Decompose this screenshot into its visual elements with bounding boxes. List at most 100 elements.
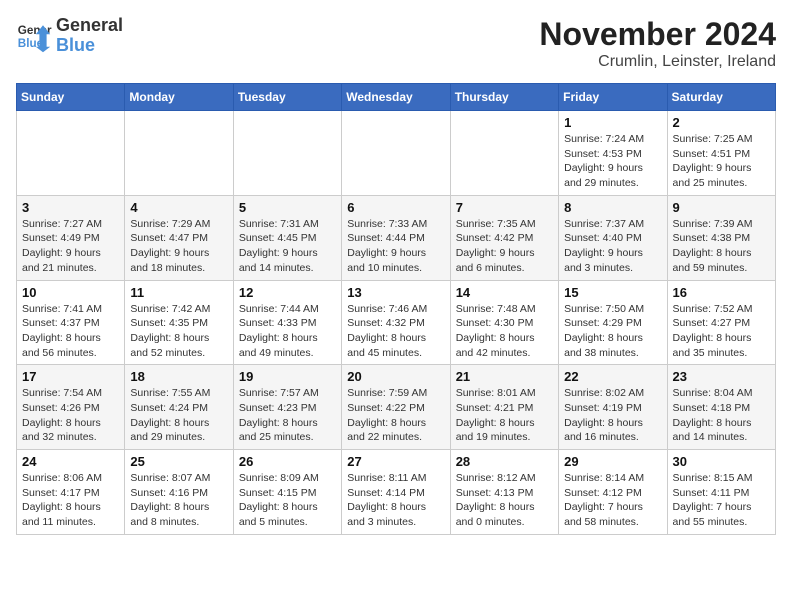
calendar-cell: 7 Sunrise: 7:35 AMSunset: 4:42 PMDaylight… [450, 195, 558, 280]
calendar-cell: 4 Sunrise: 7:29 AMSunset: 4:47 PMDaylight… [125, 195, 233, 280]
day-info: Sunrise: 8:09 AMSunset: 4:15 PMDaylight:… [239, 471, 336, 530]
day-number: 27 [347, 454, 444, 469]
calendar-week-2: 3Sunrise: 7:27 AMSunset: 4:49 PMDaylight… [17, 195, 776, 280]
calendar-cell: 3Sunrise: 7:27 AMSunset: 4:49 PMDaylight… [17, 195, 125, 280]
day-info: Sunrise: 8:04 AMSunset: 4:18 PMDaylight:… [673, 386, 770, 445]
day-number: 12 [239, 285, 336, 300]
day-info: Sunrise: 8:06 AMSunset: 4:17 PMDaylight:… [22, 471, 119, 530]
calendar-cell: 24 Sunrise: 8:06 AMSunset: 4:17 PMDayligh… [17, 450, 125, 535]
calendar-cell: 11Sunrise: 7:42 AMSunset: 4:35 PMDayligh… [125, 280, 233, 365]
day-number: 16 [673, 285, 770, 300]
calendar-cell: 13Sunrise: 7:46 AMSunset: 4:32 PMDayligh… [342, 280, 450, 365]
day-number: 5 [239, 200, 336, 215]
day-info: Sunrise: 7:57 AMSunset: 4:23 PMDaylight:… [239, 386, 336, 445]
calendar-cell: 21 Sunrise: 8:01 AMSunset: 4:21 PMDayligh… [450, 365, 558, 450]
day-header-wednesday: Wednesday [342, 84, 450, 111]
day-number: 17 [22, 369, 119, 384]
page-title: November 2024 [539, 16, 776, 53]
calendar-cell: 20 Sunrise: 7:59 AMSunset: 4:22 PMDayligh… [342, 365, 450, 450]
calendar-week-4: 17 Sunrise: 7:54 AMSunset: 4:26 PMDayligh… [17, 365, 776, 450]
calendar-cell: 29Sunrise: 8:14 AMSunset: 4:12 PMDayligh… [559, 450, 667, 535]
calendar-cell: 12 Sunrise: 7:44 AMSunset: 4:33 PMDayligh… [233, 280, 341, 365]
calendar-cell: 16 Sunrise: 7:52 AMSunset: 4:27 PMDayligh… [667, 280, 775, 365]
calendar-cell: 10Sunrise: 7:41 AMSunset: 4:37 PMDayligh… [17, 280, 125, 365]
calendar-cell: 28 Sunrise: 8:12 AMSunset: 4:13 PMDayligh… [450, 450, 558, 535]
day-number: 26 [239, 454, 336, 469]
day-info: Sunrise: 7:33 AMSunset: 4:44 PMDaylight:… [347, 217, 444, 276]
calendar-cell: 14 Sunrise: 7:48 AMSunset: 4:30 PMDayligh… [450, 280, 558, 365]
calendar-cell [342, 111, 450, 196]
day-info: Sunrise: 7:37 AMSunset: 4:40 PMDaylight:… [564, 217, 661, 276]
calendar-cell: 19 Sunrise: 7:57 AMSunset: 4:23 PMDayligh… [233, 365, 341, 450]
day-number: 30 [673, 454, 770, 469]
day-info: Sunrise: 7:55 AMSunset: 4:24 PMDaylight:… [130, 386, 227, 445]
day-info: Sunrise: 7:50 AMSunset: 4:29 PMDaylight:… [564, 302, 661, 361]
day-info: Sunrise: 7:46 AMSunset: 4:32 PMDaylight:… [347, 302, 444, 361]
day-header-sunday: Sunday [17, 84, 125, 111]
day-info: Sunrise: 7:35 AMSunset: 4:42 PMDaylight:… [456, 217, 553, 276]
calendar-cell: 8Sunrise: 7:37 AMSunset: 4:40 PMDaylight… [559, 195, 667, 280]
day-number: 14 [456, 285, 553, 300]
calendar-cell: 5Sunrise: 7:31 AMSunset: 4:45 PMDaylight… [233, 195, 341, 280]
day-info: Sunrise: 8:02 AMSunset: 4:19 PMDaylight:… [564, 386, 661, 445]
day-number: 20 [347, 369, 444, 384]
day-number: 3 [22, 200, 119, 215]
day-header-saturday: Saturday [667, 84, 775, 111]
day-info: Sunrise: 7:24 AMSunset: 4:53 PMDaylight:… [564, 132, 661, 191]
day-number: 24 [22, 454, 119, 469]
calendar-table: SundayMondayTuesdayWednesdayThursdayFrid… [16, 83, 776, 535]
calendar-cell [450, 111, 558, 196]
day-info: Sunrise: 7:52 AMSunset: 4:27 PMDaylight:… [673, 302, 770, 361]
calendar-cell: 26 Sunrise: 8:09 AMSunset: 4:15 PMDayligh… [233, 450, 341, 535]
calendar-cell: 27 Sunrise: 8:11 AMSunset: 4:14 PMDayligh… [342, 450, 450, 535]
calendar-cell: 9 Sunrise: 7:39 AMSunset: 4:38 PMDaylight… [667, 195, 775, 280]
day-number: 18 [130, 369, 227, 384]
day-info: Sunrise: 8:14 AMSunset: 4:12 PMDaylight:… [564, 471, 661, 530]
day-info: Sunrise: 7:39 AMSunset: 4:38 PMDaylight:… [673, 217, 770, 276]
day-number: 21 [456, 369, 553, 384]
day-number: 2 [673, 115, 770, 130]
day-number: 22 [564, 369, 661, 384]
day-info: Sunrise: 7:25 AMSunset: 4:51 PMDaylight:… [673, 132, 770, 191]
day-info: Sunrise: 8:07 AMSunset: 4:16 PMDaylight:… [130, 471, 227, 530]
calendar-cell: 6Sunrise: 7:33 AMSunset: 4:44 PMDaylight… [342, 195, 450, 280]
calendar-cell [233, 111, 341, 196]
day-info: Sunrise: 7:54 AMSunset: 4:26 PMDaylight:… [22, 386, 119, 445]
calendar-cell: 18 Sunrise: 7:55 AMSunset: 4:24 PMDayligh… [125, 365, 233, 450]
day-number: 28 [456, 454, 553, 469]
calendar-week-1: 1 Sunrise: 7:24 AMSunset: 4:53 PMDaylight… [17, 111, 776, 196]
calendar-cell: 23 Sunrise: 8:04 AMSunset: 4:18 PMDayligh… [667, 365, 775, 450]
calendar-cell [125, 111, 233, 196]
logo-text: General Blue [56, 16, 123, 56]
day-number: 15 [564, 285, 661, 300]
day-info: Sunrise: 8:12 AMSunset: 4:13 PMDaylight:… [456, 471, 553, 530]
calendar-week-5: 24 Sunrise: 8:06 AMSunset: 4:17 PMDayligh… [17, 450, 776, 535]
day-header-tuesday: Tuesday [233, 84, 341, 111]
day-info: Sunrise: 7:59 AMSunset: 4:22 PMDaylight:… [347, 386, 444, 445]
day-number: 1 [564, 115, 661, 130]
page-subtitle: Crumlin, Leinster, Ireland [539, 53, 776, 71]
day-number: 11 [130, 285, 227, 300]
day-info: Sunrise: 7:48 AMSunset: 4:30 PMDaylight:… [456, 302, 553, 361]
day-header-thursday: Thursday [450, 84, 558, 111]
page-header: General Blue General Blue November 2024 … [16, 16, 776, 71]
day-number: 4 [130, 200, 227, 215]
calendar-header: SundayMondayTuesdayWednesdayThursdayFrid… [17, 84, 776, 111]
day-number: 19 [239, 369, 336, 384]
calendar-cell: 25 Sunrise: 8:07 AMSunset: 4:16 PMDayligh… [125, 450, 233, 535]
day-info: Sunrise: 7:44 AMSunset: 4:33 PMDaylight:… [239, 302, 336, 361]
calendar-cell: 22 Sunrise: 8:02 AMSunset: 4:19 PMDayligh… [559, 365, 667, 450]
calendar-week-3: 10Sunrise: 7:41 AMSunset: 4:37 PMDayligh… [17, 280, 776, 365]
day-info: Sunrise: 8:11 AMSunset: 4:14 PMDaylight:… [347, 471, 444, 530]
day-info: Sunrise: 8:01 AMSunset: 4:21 PMDaylight:… [456, 386, 553, 445]
logo-icon: General Blue [16, 18, 52, 54]
day-number: 7 [456, 200, 553, 215]
day-number: 25 [130, 454, 227, 469]
calendar-cell: 17 Sunrise: 7:54 AMSunset: 4:26 PMDayligh… [17, 365, 125, 450]
header-row: SundayMondayTuesdayWednesdayThursdayFrid… [17, 84, 776, 111]
logo: General Blue General Blue [16, 16, 123, 56]
day-info: Sunrise: 7:29 AMSunset: 4:47 PMDaylight:… [130, 217, 227, 276]
day-number: 9 [673, 200, 770, 215]
day-number: 23 [673, 369, 770, 384]
title-block: November 2024 Crumlin, Leinster, Ireland [539, 16, 776, 71]
